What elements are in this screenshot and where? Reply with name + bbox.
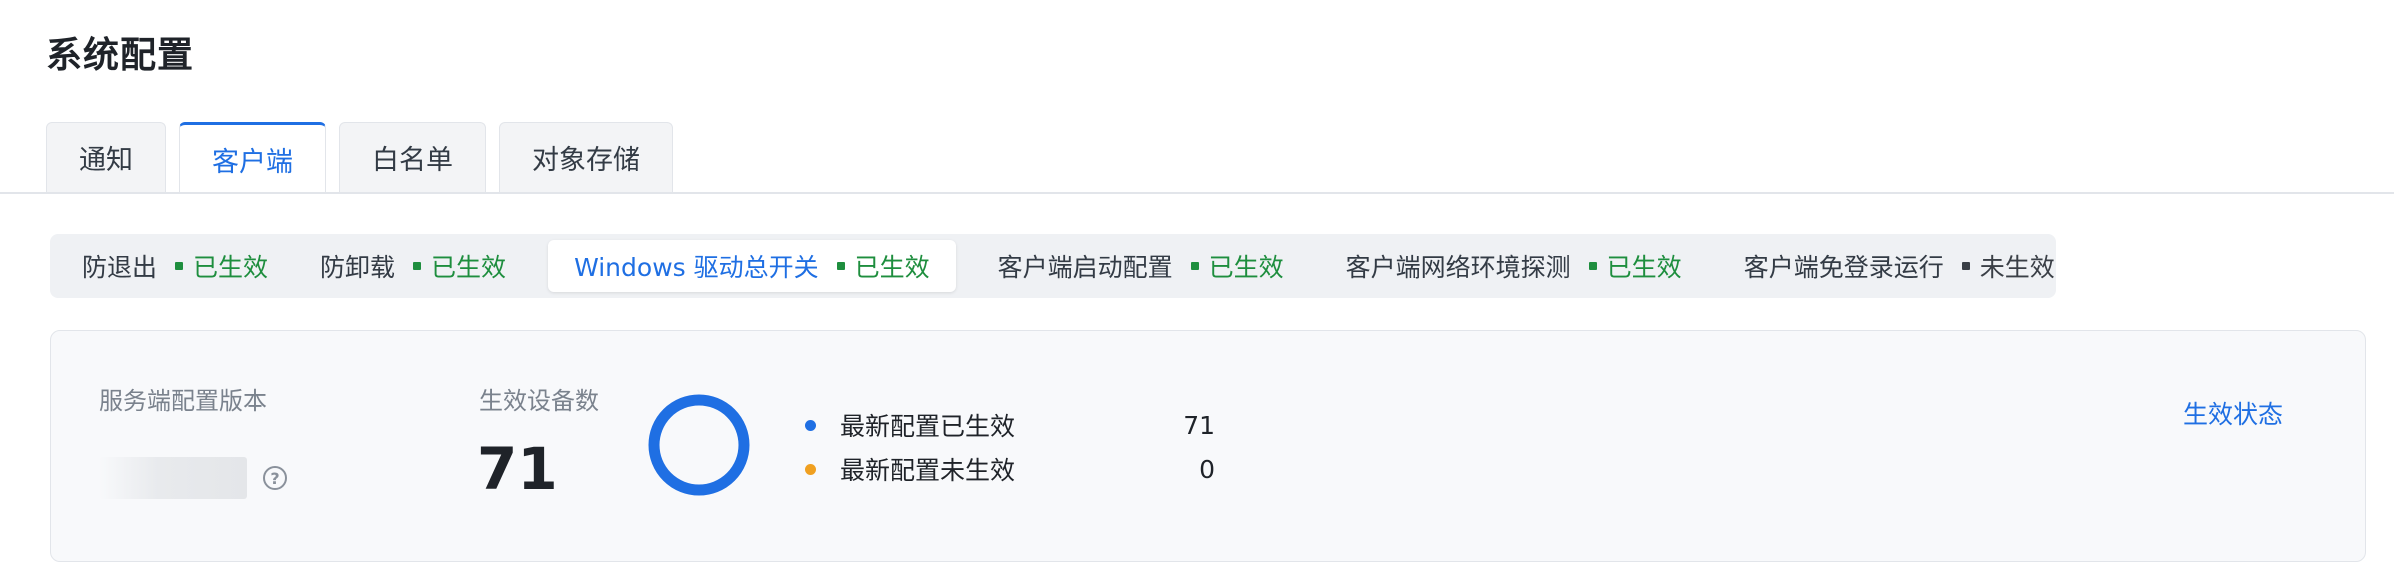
subtab-label: 防卸载 <box>320 253 396 282</box>
legend-dot <box>805 463 816 475</box>
status-text: 已生效 <box>193 253 269 282</box>
legend-value: 0 <box>1199 454 1215 484</box>
config-status-card: 服务端配置版本 ? 生效设备数 71 最新配置已生效 71 最新配置未生效 0 … <box>50 330 2366 562</box>
subtab-label: 客户端启动配置 <box>997 253 1173 282</box>
effective-status-link[interactable]: 生效状态 <box>2183 395 2283 431</box>
subtab-label: 防退出 <box>82 253 158 282</box>
subtab-login-free[interactable]: 客户端免登录运行 未生效 <box>1718 240 2081 292</box>
version-label: 服务端配置版本 <box>99 387 267 415</box>
subtab-anti-uninstall[interactable]: 防卸载 已生效 <box>294 240 532 292</box>
legend-item-not-effective: 最新配置未生效 0 <box>795 447 1215 491</box>
tab-object-storage[interactable]: 对象存储 <box>499 122 673 192</box>
donut-legend: 最新配置已生效 71 最新配置未生效 0 <box>795 403 1215 491</box>
subtab-label: 客户端网络环境探测 <box>1345 253 1571 282</box>
question-circle-icon[interactable]: ? <box>263 466 287 490</box>
status-dot <box>1190 262 1199 270</box>
version-value-placeholder <box>99 457 247 499</box>
devices-count: 71 <box>477 435 558 503</box>
status-text: 已生效 <box>431 253 507 282</box>
status-text: 已生效 <box>1606 253 1682 282</box>
page-title: 系统配置 <box>46 35 195 76</box>
status-dot <box>1961 262 1970 270</box>
legend-label: 最新配置未生效 <box>840 456 1016 485</box>
tab-divider <box>0 192 2394 194</box>
config-sub-tabs: 防退出 已生效 防卸载 已生效 Windows 驱动总开关 已生效 客户端启动配… <box>50 234 2056 298</box>
effective-donut-chart <box>648 394 750 496</box>
legend-value: 71 <box>1183 410 1215 440</box>
subtab-windows-driver[interactable]: Windows 驱动总开关 已生效 <box>548 240 956 292</box>
status-dot <box>175 262 184 270</box>
legend-item-effective: 最新配置已生效 71 <box>795 403 1215 447</box>
subtab-label: 客户端免登录运行 <box>1743 253 1944 282</box>
legend-dot <box>805 419 816 431</box>
donut-effective-arc <box>648 394 750 496</box>
top-tabs: 通知 客户端 白名单 对象存储 <box>46 122 673 194</box>
tab-whitelist[interactable]: 白名单 <box>339 122 486 192</box>
tab-client[interactable]: 客户端 <box>179 122 326 194</box>
status-text: 已生效 <box>854 253 930 282</box>
status-text: 已生效 <box>1208 253 1284 282</box>
legend-label: 最新配置已生效 <box>840 412 1016 441</box>
devices-label: 生效设备数 <box>479 387 599 415</box>
tab-notify[interactable]: 通知 <box>46 122 166 192</box>
status-dot <box>1588 262 1597 270</box>
subtab-anti-exit[interactable]: 防退出 已生效 <box>56 240 294 292</box>
subtab-client-startup[interactable]: 客户端启动配置 已生效 <box>972 240 1310 292</box>
subtab-label: Windows 驱动总开关 <box>574 253 819 282</box>
subtab-network-detect[interactable]: 客户端网络环境探测 已生效 <box>1320 240 1708 292</box>
status-text: 未生效 <box>1979 253 2055 282</box>
status-dot <box>413 262 422 270</box>
status-dot <box>836 262 845 270</box>
